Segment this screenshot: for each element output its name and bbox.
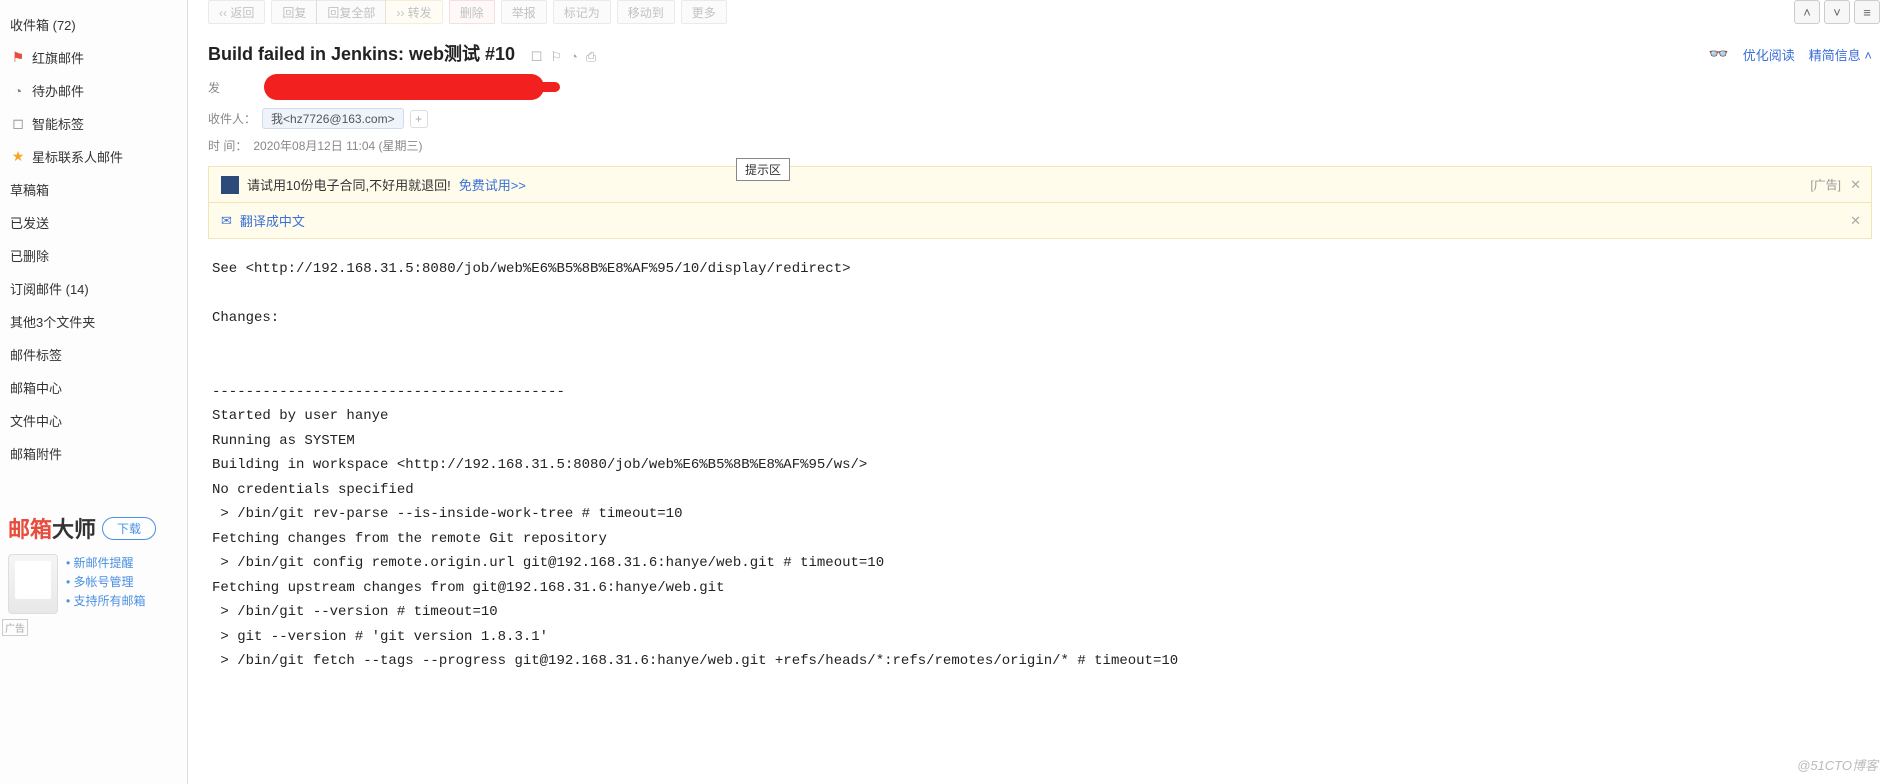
ad-banner: 请试用10份电子合同,不好用就退回! 免费试用>> [广告] ✕ <box>208 166 1872 203</box>
glasses-icon: 👓 <box>1709 44 1729 64</box>
ad-label: [广告] <box>1810 176 1841 193</box>
sidebar-deleted[interactable]: 已删除 <box>0 239 187 272</box>
chevron-down-icon: ˅ <box>1833 5 1841 20</box>
sidebar-drafts[interactable]: 草稿箱 <box>0 173 187 206</box>
print-icon[interactable]: ⎙ <box>586 49 596 65</box>
sidebar-other3[interactable]: 其他3个文件夹 <box>0 305 187 338</box>
clock-icon: ◔ <box>10 83 26 99</box>
translate-icon: ✉ <box>221 213 232 229</box>
ad-text: 请试用10份电子合同,不好用就退回! <box>247 175 451 194</box>
sidebar-tags[interactable]: 邮件标签 <box>0 338 187 371</box>
spam-button[interactable]: 举报 <box>501 0 547 24</box>
mark-button[interactable]: 标记为 <box>553 0 611 24</box>
sender-redacted <box>264 74 544 100</box>
chevron-up-icon: ˄ <box>1803 5 1811 20</box>
sidebar-sent[interactable]: 已发送 <box>0 206 187 239</box>
add-recipient-button[interactable]: + <box>410 110 428 128</box>
promo-logo: 邮箱大师 <box>8 512 96 544</box>
ad-tag: 广告 <box>2 619 28 636</box>
sidebar-starred[interactable]: ★星标联系人邮件 <box>0 140 187 173</box>
back-button[interactable]: ‹‹ 返回 <box>208 0 265 24</box>
mail-body: See <http://192.168.31.5:8080/job/web%E6… <box>188 239 1892 692</box>
close-icon[interactable]: ✕ <box>1850 177 1861 193</box>
download-button[interactable]: 下载 <box>102 517 156 540</box>
time-label: 时 间： <box>208 137 247 154</box>
sidebar-smarttag[interactable]: ◻智能标签 <box>0 107 187 140</box>
bookmark-icon: ◻ <box>10 116 26 132</box>
sidebar-attach[interactable]: 邮箱附件 <box>0 437 187 470</box>
translate-link[interactable]: 翻译成中文 <box>240 211 305 230</box>
mail-subject: Build failed in Jenkins: web测试 #10 <box>208 44 515 64</box>
sidebar-filecenter[interactable]: 文件中心 <box>0 404 187 437</box>
sidebar-todo[interactable]: ◔待办邮件 <box>0 74 187 107</box>
reply-button[interactable]: 回复 <box>271 0 317 24</box>
recipient-label: 收件人： <box>208 110 256 127</box>
flag-outline-icon[interactable]: ⚐ <box>550 49 562 65</box>
prev-mail-button[interactable]: ˄ <box>1794 0 1820 24</box>
watermark: @51CTO博客 <box>1797 755 1878 774</box>
translate-bar: ✉ 翻译成中文 ✕ <box>208 203 1872 239</box>
toolbar: ‹‹ 返回 回复 回复全部 ›› 转发 删除 举报 标记为 移动到 更多 ˄ ˅… <box>188 0 1892 28</box>
time-value: 2020年08月12日 11:04 (星期三) <box>253 137 422 154</box>
simplify-info-link[interactable]: 精简信息 ˄ <box>1809 45 1872 64</box>
main-panel: ‹‹ 返回 回复 回复全部 ›› 转发 删除 举报 标记为 移动到 更多 ˄ ˅… <box>188 0 1892 784</box>
clock-outline-icon[interactable]: ◔ <box>570 49 578 65</box>
optimize-read-link[interactable]: 优化阅读 <box>1743 45 1795 64</box>
hint-tooltip: 提示区 <box>736 158 790 181</box>
promo-feature-list: 新邮件提醒 多帐号管理 支持所有邮箱 <box>66 554 146 614</box>
next-mail-button[interactable]: ˅ <box>1824 0 1850 24</box>
sidebar-promo: 邮箱大师 下载 新邮件提醒 多帐号管理 支持所有邮箱 <box>8 512 156 614</box>
ad-link[interactable]: 免费试用>> <box>459 175 526 194</box>
moveto-button[interactable]: 移动到 <box>617 0 675 24</box>
ad-logo-icon <box>221 176 239 194</box>
recipient-chip[interactable]: 我<hz7726@163.com> <box>262 108 404 129</box>
star-icon: ★ <box>10 149 26 165</box>
forward-button[interactable]: ›› 转发 <box>385 0 442 24</box>
bookmark-icon[interactable]: ☐ <box>531 49 543 65</box>
sender-label: 发 <box>208 79 258 96</box>
close-icon[interactable]: ✕ <box>1850 213 1861 229</box>
mail-header: Build failed in Jenkins: web测试 #10 ☐ ⚐ ◔… <box>188 28 1892 70</box>
phone-image <box>8 554 58 614</box>
sidebar: 收件箱 (72) ⚑红旗邮件 ◔待办邮件 ◻智能标签 ★星标联系人邮件 草稿箱 … <box>0 0 188 784</box>
expand-button[interactable]: ≡ <box>1854 0 1880 24</box>
sender-row: 发 <box>188 70 1892 104</box>
chevron-up-icon: ˄ <box>1861 48 1872 63</box>
recipient-row: 收件人： 我<hz7726@163.com> + <box>188 104 1892 133</box>
sidebar-redflag[interactable]: ⚑红旗邮件 <box>0 41 187 74</box>
time-row: 时 间： 2020年08月12日 11:04 (星期三) <box>188 133 1892 158</box>
sidebar-center[interactable]: 邮箱中心 <box>0 371 187 404</box>
expand-icon: ≡ <box>1863 5 1871 20</box>
sidebar-subscribe[interactable]: 订阅邮件 (14) <box>0 272 187 305</box>
delete-button[interactable]: 删除 <box>449 0 495 24</box>
flag-icon: ⚑ <box>10 50 26 66</box>
replyall-button[interactable]: 回复全部 <box>316 0 386 24</box>
more-button[interactable]: 更多 <box>681 0 727 24</box>
sidebar-inbox[interactable]: 收件箱 (72) <box>0 8 187 41</box>
